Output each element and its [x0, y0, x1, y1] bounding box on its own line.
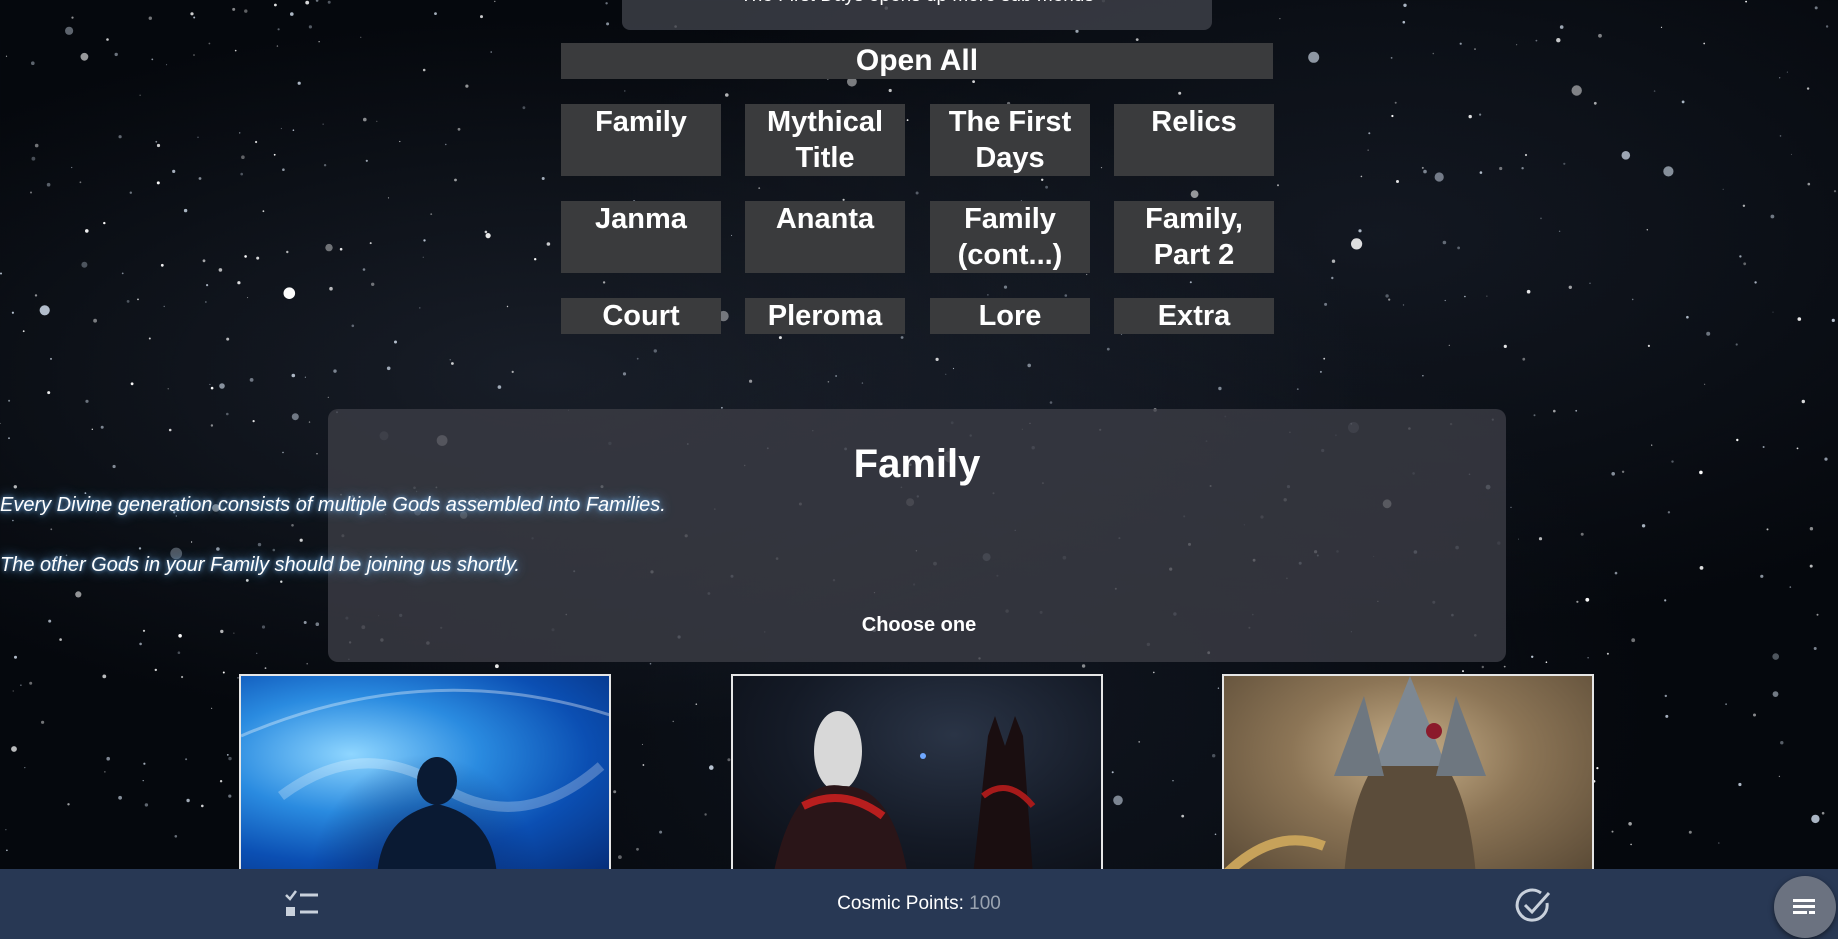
tab-mythical-title[interactable]: Mythical Title [745, 104, 905, 176]
submenu-hint-text: The First Days opens up more sub menus [622, 0, 1212, 12]
choice-card-3[interactable] [1222, 674, 1594, 874]
tab-pleroma[interactable]: Pleroma [745, 298, 905, 334]
submenu-hint: The First Days opens up more sub menus [622, 0, 1212, 30]
check-circle-icon[interactable] [1513, 885, 1553, 925]
tab-ananta[interactable]: Ananta [745, 201, 905, 273]
open-all-button[interactable]: Open All [561, 43, 1273, 79]
section-title: Family [853, 442, 981, 486]
cosmic-points-label: Cosmic Points: [837, 893, 964, 914]
choice-card-2[interactable] [731, 674, 1103, 874]
tab-lore[interactable]: Lore [930, 298, 1090, 334]
tab-relics[interactable]: Relics [1114, 104, 1274, 176]
armored-deity-image [1224, 676, 1486, 872]
tab-family-cont[interactable]: Family (cont...) [930, 201, 1090, 273]
choose-one-label: Choose one [861, 614, 977, 636]
tab-the-first-days[interactable]: The First Days [930, 104, 1090, 176]
cosmic-points: Cosmic Points: 100 [0, 893, 1838, 915]
cosmic-points-value: 100 [969, 893, 1001, 914]
tab-court[interactable]: Court [561, 298, 721, 334]
tab-extra[interactable]: Extra [1114, 298, 1274, 334]
bottom-bar: Cosmic Points: 100 [0, 869, 1838, 939]
tab-janma[interactable]: Janma [561, 201, 721, 273]
menu-fab-button[interactable] [1774, 876, 1836, 938]
dark-figures-image [773, 711, 1036, 872]
earth-silhouette-image [241, 688, 609, 872]
section-description-2: The other Gods in your Family should be … [0, 554, 520, 576]
tab-family-part-2[interactable]: Family, Part 2 [1114, 201, 1274, 273]
menu-list-icon [1793, 899, 1815, 914]
section-description-1: Every Divine generation consists of mult… [0, 494, 666, 516]
tab-family[interactable]: Family [561, 104, 721, 176]
choice-card-1[interactable] [239, 674, 611, 874]
